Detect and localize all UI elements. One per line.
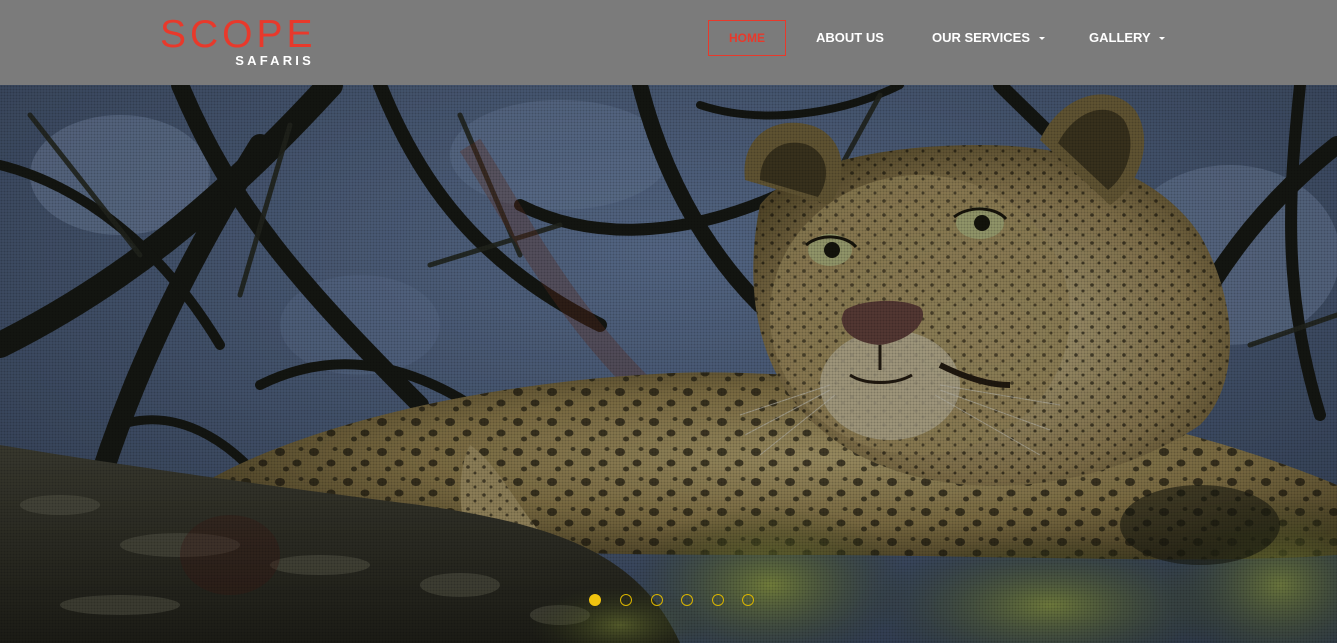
hero-slide-image bbox=[0, 85, 1337, 643]
nav-item-label: GALLERY bbox=[1089, 30, 1151, 45]
nav-item-about-us[interactable]: ABOUT US bbox=[816, 20, 884, 56]
hero-slider bbox=[0, 85, 1337, 643]
nav-item-label: OUR SERVICES bbox=[932, 30, 1031, 45]
nav-item-our-services[interactable]: OUR SERVICES bbox=[932, 20, 1045, 56]
nav-item-label: HOME bbox=[729, 31, 765, 45]
nav-item-label: ABOUT US bbox=[816, 30, 884, 45]
slide-indicator-1[interactable] bbox=[589, 594, 601, 606]
caret-down-icon bbox=[1159, 37, 1166, 41]
logo-tagline: SAFARIS bbox=[235, 53, 314, 68]
site-logo[interactable]: SCOPE SAFARIS bbox=[160, 14, 320, 72]
site-header: SCOPE SAFARIS HOME ABOUT US OUR SERVICES… bbox=[0, 0, 1337, 85]
slide-indicator-4[interactable] bbox=[681, 594, 693, 606]
nav-item-gallery[interactable]: GALLERY bbox=[1089, 20, 1166, 56]
page: SCOPE SAFARIS HOME ABOUT US OUR SERVICES… bbox=[0, 0, 1337, 643]
logo-wordmark: SCOPE bbox=[160, 13, 317, 56]
slide-indicator-5[interactable] bbox=[712, 594, 724, 606]
caret-down-icon bbox=[1038, 37, 1045, 41]
slide-indicator-2[interactable] bbox=[620, 594, 632, 606]
nav-item-home[interactable]: HOME bbox=[708, 20, 786, 56]
slide-indicator-6[interactable] bbox=[742, 594, 754, 606]
slide-indicator-3[interactable] bbox=[651, 594, 663, 606]
